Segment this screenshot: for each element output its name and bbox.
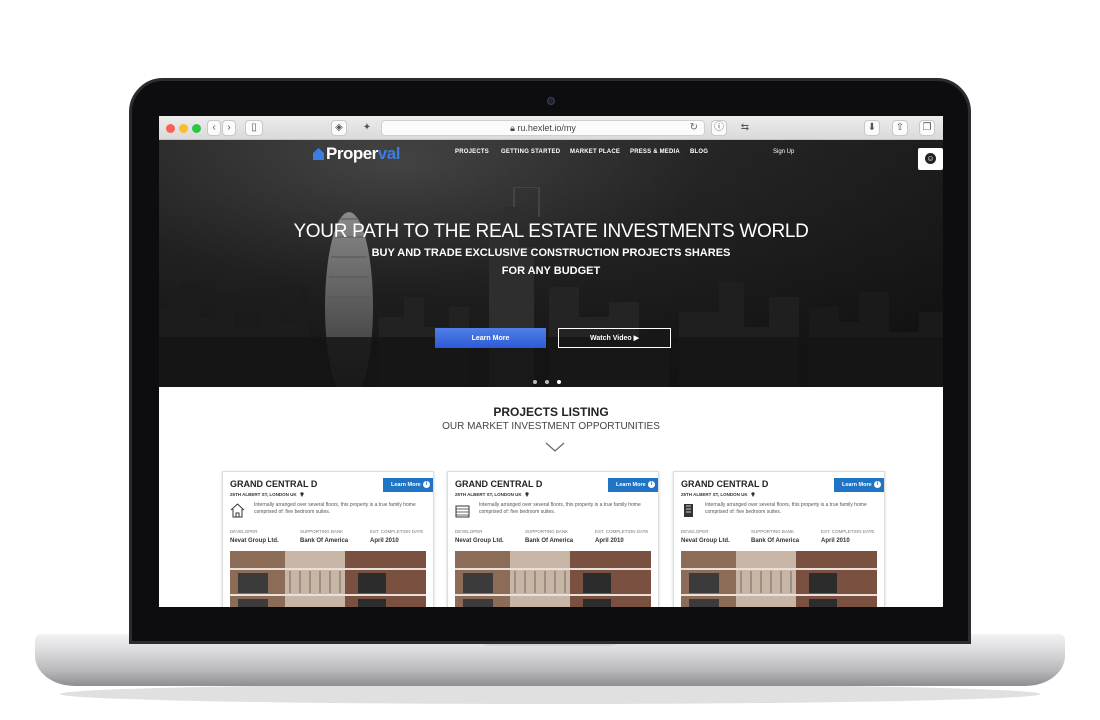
slider-pager [533,371,573,384]
watch-video-button[interactable]: Watch Video ▶ [558,328,671,348]
accessibility-icon: ☺ [925,153,936,164]
developer-label: DEVELOPER [681,529,709,534]
hero-title: YOUR PATH TO THE REAL ESTATE INVESTMENTS… [293,221,809,242]
sign-up-link[interactable]: Sign Up [773,149,794,155]
shield-icon[interactable]: ◈ [331,120,347,136]
camera-icon [547,97,555,105]
main-nav: Properval PROJECTS GETTING STARTED MARKE… [159,140,943,166]
nav-link-projects[interactable]: PROJECTS [455,149,489,155]
developer-value: Nevat Group Ltd. [681,538,730,544]
laptop-shadow [60,684,1040,704]
translate-icon[interactable]: ⇆ [737,120,753,136]
card-description: Internally arranged over several floors,… [479,502,641,515]
card-description: Internally arranged over several floors,… [705,502,867,515]
info-icon: i [874,481,881,488]
info-icon: i [423,481,430,488]
card-learn-more-label: Learn More [391,482,421,488]
card-learn-more-button[interactable]: Learn More i [383,478,433,492]
slider-dot[interactable] [533,380,537,384]
card-address: 25TH ALBERT ST, LONDON UK [230,492,304,497]
map-pin-icon [750,492,755,497]
developer-label: DEVELOPER [455,529,483,534]
card-address-text: 25TH ALBERT ST, LONDON UK [681,492,748,497]
completion-date-label: EST. COMPLETION DATE [370,529,424,534]
logo-text: Proper [326,144,378,163]
card-learn-more-button[interactable]: Learn More i [834,478,884,492]
card-address: 25TH ALBERT ST, LONDON UK [681,492,755,497]
completion-date-value: April 2010 [821,538,850,544]
developer-value: Nevat Group Ltd. [455,538,504,544]
info-icon: i [648,481,655,488]
card-address: 25TH ALBERT ST, LONDON UK [455,492,529,497]
tabs-icon[interactable]: ❐ [919,120,935,136]
nav-link-blog[interactable]: BLOG [690,149,708,155]
section-subtitle: OUR MARKET INVESTMENT OPPORTUNITIES [442,421,660,432]
city-skyline-image [159,187,943,387]
slider-dot[interactable] [545,380,549,384]
completion-date-label: EST. COMPLETION DATE [595,529,649,534]
house-logo-icon [313,148,324,160]
nav-link-press-media[interactable]: PRESS & MEDIA [630,149,680,155]
developer-label: DEVELOPER [230,529,258,534]
slider-dot[interactable] [557,380,561,384]
card-learn-more-label: Learn More [842,482,872,488]
fullscreen-window-button[interactable] [192,124,201,133]
building-icon [455,503,470,518]
completion-date-label: EST. COMPLETION DATE [821,529,875,534]
accessibility-button[interactable]: ☺ [918,148,943,170]
browser-window: ‹ › ▯ ◈ ✦ 🔒︎ ru.hexlet.io/my ↻ ⓘ ⇆ ⬇ ⇧ ❐ [159,116,943,607]
back-icon[interactable]: ‹ [207,120,221,136]
card-title: GRAND CENTRAL D [681,479,769,489]
card-address-text: 25TH ALBERT ST, LONDON UK [455,492,522,497]
nav-link-getting-started[interactable]: GETTING STARTED [501,149,560,155]
section-title: PROJECTS LISTING [493,405,609,419]
bank-label: SUPPORTING BANK [751,529,795,534]
learn-more-button[interactable]: Learn More [435,328,546,348]
card-description: Internally arranged over several floors,… [254,502,416,515]
completion-date-value: April 2010 [595,538,624,544]
card-title: GRAND CENTRAL D [230,479,318,489]
card-address-text: 25TH ALBERT ST, LONDON UK [230,492,297,497]
project-card[interactable]: GRAND CENTRAL D 25TH ALBERT ST, LONDON UK… [673,471,885,607]
bank-value: Bank Of America [300,538,349,544]
developer-value: Nevat Group Ltd. [230,538,279,544]
bank-label: SUPPORTING BANK [300,529,344,534]
hero-subtitle: BUY AND TRADE EXCLUSIVE CONSTRUCTION PRO… [371,247,731,277]
nav-link-market-place[interactable]: MARKET PLACE [570,149,620,155]
close-window-button[interactable] [166,124,175,133]
bank-value: Bank Of America [751,538,800,544]
completion-date-value: April 2010 [370,538,399,544]
card-title: GRAND CENTRAL D [455,479,543,489]
house-icon [230,503,245,518]
laptop-mockup: ‹ › ▯ ◈ ✦ 🔒︎ ru.hexlet.io/my ↻ ⓘ ⇆ ⬇ ⇧ ❐ [0,0,1100,720]
properval-logo[interactable]: Properval [313,144,400,164]
property-photo[interactable] [681,551,877,607]
bank-label: SUPPORTING BANK [525,529,569,534]
browser-toolbar: ‹ › ▯ ◈ ✦ 🔒︎ ru.hexlet.io/my ↻ ⓘ ⇆ ⬇ ⇧ ❐ [159,116,943,140]
apartment-icon [681,503,696,518]
project-card[interactable]: GRAND CENTRAL D 25TH ALBERT ST, LONDON UK… [222,471,434,607]
project-card[interactable]: GRAND CENTRAL D 25TH ALBERT ST, LONDON UK… [447,471,659,607]
map-pin-icon [299,492,304,497]
url-text: ru.hexlet.io/my [517,123,576,133]
card-learn-more-button[interactable]: Learn More i [608,478,658,492]
reader-icon[interactable]: ⓘ [711,120,727,136]
extension-icon[interactable]: ✦ [359,120,375,136]
sidebar-icon[interactable]: ▯ [245,120,263,136]
forward-icon[interactable]: › [222,120,236,136]
reload-icon[interactable]: ↻ [690,121,698,135]
minimize-window-button[interactable] [179,124,188,133]
map-pin-icon [524,492,529,497]
logo-text-accent: val [377,144,401,163]
bank-value: Bank Of America [525,538,574,544]
download-icon[interactable]: ⬇ [864,120,880,136]
share-icon[interactable]: ⇧ [892,120,908,136]
address-bar[interactable]: 🔒︎ ru.hexlet.io/my ↻ [381,120,705,136]
chevron-down-icon[interactable] [545,442,565,452]
card-learn-more-label: Learn More [616,482,646,488]
property-photo[interactable] [455,551,651,607]
property-photo[interactable] [230,551,426,607]
hero-section: Properval PROJECTS GETTING STARTED MARKE… [159,140,943,387]
